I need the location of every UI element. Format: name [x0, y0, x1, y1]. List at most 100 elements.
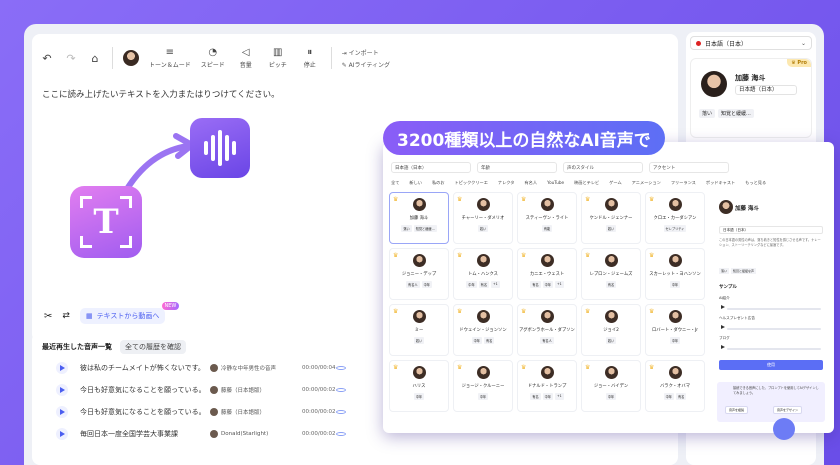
- progress-handle[interactable]: [336, 366, 346, 370]
- voice-card[interactable]: ♛ アグボンラホール・ダブソン 有名人: [517, 304, 577, 356]
- voice-card[interactable]: ♛ カニエ・ウェスト 有名 中年 +1: [517, 248, 577, 300]
- detail-tags: 落い 知覚と緩緩な声: [719, 268, 757, 274]
- import-button[interactable]: ⇥ インポート: [342, 48, 390, 57]
- play-icon[interactable]: [721, 325, 725, 329]
- home-icon[interactable]: ⌂: [88, 51, 102, 65]
- sample-player[interactable]: ヘルスプレゼント広告: [719, 316, 823, 336]
- category-tab[interactable]: ナレクタ: [498, 180, 515, 186]
- promo-headline: 3200種類以上の自然なAI音声で: [383, 121, 665, 155]
- scissors-icon[interactable]: ✂: [44, 311, 52, 322]
- text-input-area[interactable]: ここに読み上げたいテキストを入力またはりつけてください。: [42, 88, 280, 100]
- detail-language-select[interactable]: 日本語（日本）: [719, 226, 823, 234]
- use-voice-button[interactable]: 使用: [719, 360, 823, 370]
- voice-card[interactable]: ♛ レブロン・ジェームズ 有名: [581, 248, 641, 300]
- voice-tag: 知覚と緩緩...: [413, 225, 437, 232]
- voice-tags: 中年: [582, 393, 640, 400]
- category-tab[interactable]: 有名人: [524, 180, 537, 186]
- voice-card[interactable]: ♛ スティーヴン・ライト 有能: [517, 192, 577, 244]
- play-button[interactable]: [56, 428, 68, 440]
- help-bubble[interactable]: [773, 418, 795, 440]
- pause-button[interactable]: ⏸ 停止: [299, 47, 321, 69]
- voice-card[interactable]: ♛ ケンドル・ジェンナー 若い: [581, 192, 641, 244]
- volume-label: 音量: [239, 61, 252, 69]
- filter-accent[interactable]: アクセント: [649, 162, 729, 173]
- sample-progress[interactable]: [727, 348, 821, 350]
- voice-tag: 中年: [471, 337, 482, 344]
- category-tab[interactable]: 全て: [391, 180, 399, 186]
- voice-card[interactable]: ♛ チャーリー・ダメリオ 若い: [453, 192, 513, 244]
- speed-button[interactable]: ◔ スピード: [201, 47, 225, 69]
- category-tab[interactable]: 映画とテレビ: [574, 180, 599, 186]
- sample-label: ヘルスプレゼント広告: [719, 316, 755, 320]
- voice-card[interactable]: ♛ ドウェイン・ジョンソン 中年 有名: [453, 304, 513, 356]
- voice-tag: 若い: [477, 225, 489, 232]
- category-tab[interactable]: ポッドキャスト: [706, 180, 735, 186]
- play-icon[interactable]: [721, 345, 725, 349]
- voice-card[interactable]: ♛ トム・ハンクス 中年 有名 +1: [453, 248, 513, 300]
- voice-card[interactable]: ♛ ジョージ・クルーニー 中年: [453, 360, 513, 412]
- voice-language-select[interactable]: 日本語（日本）: [735, 85, 797, 95]
- text-to-video-button[interactable]: ▦ テキストから動画へ NEW: [79, 302, 180, 324]
- redo-icon[interactable]: ↷: [64, 51, 78, 65]
- category-tab[interactable]: YouTube: [547, 180, 564, 186]
- row-voice: 藤藤（日本語版）: [210, 408, 302, 416]
- category-tab[interactable]: ゲーム: [609, 180, 621, 186]
- filter-age[interactable]: 年齢: [477, 162, 557, 173]
- voice-tags: 落い 知覚と緩緩...: [699, 109, 754, 118]
- voice-card[interactable]: ♛ ドナルド・トランプ 有名 中年 +1: [517, 360, 577, 412]
- sample-player[interactable]: ブログ: [719, 336, 823, 356]
- category-tab[interactable]: 私のお: [432, 180, 445, 186]
- play-icon[interactable]: [721, 305, 725, 309]
- design-voice-button[interactable]: 音声をデザイン: [773, 406, 803, 414]
- voice-tag: +1: [491, 281, 500, 288]
- play-button[interactable]: [56, 384, 68, 396]
- crown-icon: ♛: [393, 252, 399, 259]
- voice-card[interactable]: ♛ スカーレット・ヨハンソン 中年: [645, 248, 705, 300]
- voice-card[interactable]: ♛ クロエ・カーダシアン セレブリティ: [645, 192, 705, 244]
- voice-card[interactable]: ♛ バラク・オバマ 中年 有名: [645, 360, 705, 412]
- category-tab[interactable]: 新しい: [409, 180, 422, 186]
- category-tab[interactable]: もっと見る: [745, 180, 766, 186]
- voice-tag: セレブリティ: [663, 225, 687, 232]
- pitch-button[interactable]: ▥ ピッチ: [267, 47, 289, 69]
- play-button[interactable]: [56, 362, 68, 374]
- sample-progress[interactable]: [727, 328, 821, 330]
- filter-language[interactable]: 日本語（日本）: [391, 162, 471, 173]
- row-voice-name: 藤藤（日本語版）: [221, 410, 266, 416]
- voice-card[interactable]: ♛ ミー 若い: [389, 304, 449, 356]
- crown-icon: ♛: [521, 364, 527, 371]
- play-button[interactable]: [56, 406, 68, 418]
- category-tab[interactable]: トピッククリーエ: [455, 180, 488, 186]
- voice-card[interactable]: ♛ ハリス 中年: [389, 360, 449, 412]
- sample-progress[interactable]: [727, 308, 821, 310]
- editor-bottom-tools: ✂ ⇄ ▦ テキストから動画へ NEW: [44, 302, 180, 324]
- voice-card[interactable]: ♛ ロバート・ダウニー・Jr 中年: [645, 304, 705, 356]
- progress-handle[interactable]: [336, 432, 346, 436]
- category-tab[interactable]: アニメーション: [632, 180, 661, 186]
- clone-voice-button[interactable]: 音声を複製: [725, 406, 749, 414]
- voice-card[interactable]: ♛ 加藤 海斗 落い 知覚と緩緩...: [389, 192, 449, 244]
- voice-tag: 有名: [478, 281, 490, 288]
- voice-card[interactable]: ♛ ジョニー・デップ 有名人 中年: [389, 248, 449, 300]
- progress-handle[interactable]: [336, 410, 346, 414]
- sample-player[interactable]: AI紹介: [719, 296, 823, 316]
- selected-voice-card[interactable]: ♛ Pro 加藤 海斗 日本語（日本） 落い 知覚と緩緩...: [690, 58, 812, 138]
- tone-mood-button[interactable]: ≡ トーン＆ムード: [149, 47, 191, 69]
- detail-tag: 知覚と緩緩な声: [731, 268, 757, 274]
- language-value: 日本語（日本）: [705, 40, 748, 48]
- view-all-history-button[interactable]: 全ての履歴を確認: [120, 340, 186, 354]
- volume-button[interactable]: ◁ 音量: [235, 47, 257, 69]
- category-tab[interactable]: フリーランス: [671, 180, 696, 186]
- undo-icon[interactable]: ↶: [40, 51, 54, 65]
- ai-writing-button[interactable]: ✎ AIライティング: [342, 60, 390, 69]
- language-select[interactable]: 日本語（日本） ⌄: [690, 36, 812, 50]
- voice-avatar[interactable]: [123, 50, 139, 66]
- progress-handle[interactable]: [336, 388, 346, 392]
- filter-style[interactable]: 声のスタイル: [563, 162, 643, 173]
- voice-card[interactable]: ♛ ジョー・バイデン 中年: [581, 360, 641, 412]
- toolbar-divider: [330, 47, 332, 69]
- voice-avatar: [477, 254, 490, 267]
- voice-avatar: [477, 310, 490, 323]
- voice-card[interactable]: ♛ ジョイ2 若い: [581, 304, 641, 356]
- translate-icon[interactable]: ⇄: [62, 311, 70, 321]
